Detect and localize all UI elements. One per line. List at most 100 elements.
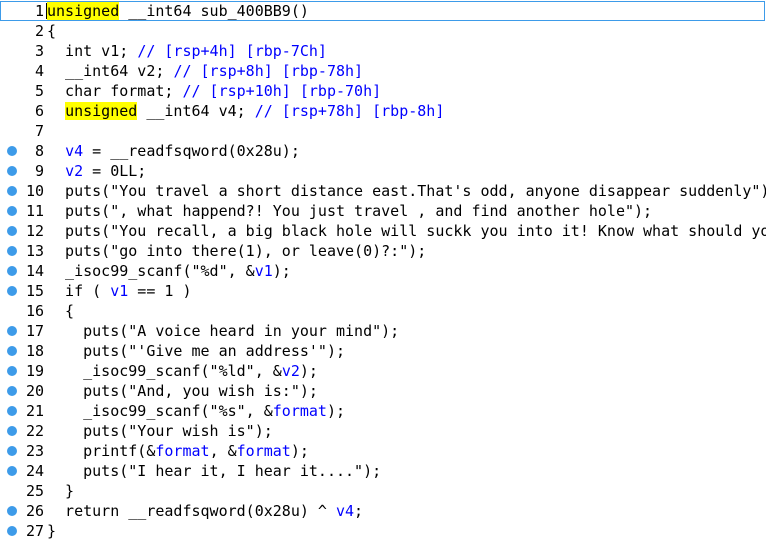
text-cursor xyxy=(46,3,47,19)
code-token: char format; xyxy=(47,82,183,100)
line-number: 19 xyxy=(25,362,44,380)
line-number: 9 xyxy=(34,162,44,180)
code-token: puts("I hear it, I hear it...."); xyxy=(47,462,382,480)
code-token: ); xyxy=(290,442,309,460)
keyword-highlight: unsigned xyxy=(65,102,138,120)
code-token: , & xyxy=(209,442,237,460)
code-text: unsigned __int64 v4; // [rsp+78h] [rbp-8… xyxy=(47,101,444,121)
breakpoint-dot-icon[interactable] xyxy=(7,246,17,256)
breakpoint-dot-icon[interactable] xyxy=(7,406,17,416)
code-text: puts("You travel a short distance east.T… xyxy=(47,181,766,201)
code-token: ); xyxy=(272,262,291,280)
breakpoint-dot-icon[interactable] xyxy=(7,146,17,156)
line-number: 15 xyxy=(25,282,44,300)
line-number: 21 xyxy=(25,402,44,420)
variable-token: v4 xyxy=(335,502,355,520)
code-token: = 0LL; xyxy=(83,162,147,180)
line-number: 14 xyxy=(25,262,44,280)
code-token: == 1 ) xyxy=(128,282,192,300)
breakpoint-dot-icon[interactable] xyxy=(7,426,17,436)
code-text: return __readfsqword(0x28u) ^ v4; xyxy=(47,501,363,521)
code-token: } xyxy=(47,482,75,500)
code-token: __int64 v4; xyxy=(137,102,255,120)
breakpoint-dot-icon[interactable] xyxy=(7,286,17,296)
code-token: _isoc99_scanf("%d", & xyxy=(47,262,255,280)
line-number: 20 xyxy=(25,382,44,400)
line-number: 3 xyxy=(34,42,44,60)
code-text: _isoc99_scanf("%ld", &v2); xyxy=(47,361,318,381)
code-text: { xyxy=(47,301,74,321)
code-token: puts("A voice heard in your mind"); xyxy=(47,322,400,340)
code-text: puts("Your wish is"); xyxy=(47,421,273,441)
pseudocode-viewer[interactable]: 1 unsigned __int64 sub_400BB9() 2{3 int v1… xyxy=(0,0,766,544)
line-number: 2 xyxy=(34,22,44,40)
breakpoint-dot-icon[interactable] xyxy=(7,366,17,376)
code-token: printf(& xyxy=(47,442,156,460)
breakpoint-dot-icon[interactable] xyxy=(7,466,17,476)
code-token: _isoc99_scanf("%ld", & xyxy=(47,362,282,380)
line-number: 4 xyxy=(34,62,44,80)
code-token: __int64 sub_400BB9() xyxy=(119,2,309,20)
code-token: } xyxy=(47,522,57,540)
variable-token: v1 xyxy=(110,282,129,300)
line-number: 17 xyxy=(25,322,44,340)
code-token: puts("go into there(1), or leave(0)?:"); xyxy=(47,242,427,260)
code-text: _isoc99_scanf("%s", &format); xyxy=(47,401,345,421)
code-token: int v1; xyxy=(47,42,138,60)
line-number: 11 xyxy=(25,202,44,220)
breakpoint-dot-icon[interactable] xyxy=(7,226,17,236)
line-number: 7 xyxy=(34,122,44,140)
code-token: puts("You recall, a big black hole will … xyxy=(47,222,766,240)
code-text: unsigned __int64 sub_400BB9() xyxy=(47,1,309,21)
line-number: 13 xyxy=(25,242,44,260)
breakpoint-dot-icon[interactable] xyxy=(7,526,17,536)
code-text: puts("'Give me an address'"); xyxy=(47,341,345,361)
code-token: puts(", what happend?! You just travel ,… xyxy=(47,202,653,220)
code-text: { xyxy=(47,21,56,41)
code-token: { xyxy=(47,302,75,320)
code-token: ); xyxy=(326,402,346,420)
code-token: { xyxy=(47,22,57,40)
code-text: puts(", what happend?! You just travel ,… xyxy=(47,201,652,221)
variable-token: v2 xyxy=(65,162,84,180)
code-text: __int64 v2; // [rsp+8h] [rbp-78h] xyxy=(47,61,363,81)
code-token: _isoc99_scanf("%s", & xyxy=(47,402,273,420)
variable-token: format xyxy=(236,442,291,460)
line-number: 23 xyxy=(25,442,44,460)
code-text: v2 = 0LL; xyxy=(47,161,146,181)
line-number: 16 xyxy=(25,302,44,320)
breakpoint-dot-icon[interactable] xyxy=(7,166,17,176)
code-token: puts("And, you wish is:"); xyxy=(47,382,318,400)
code-token: = __readfsqword(0x28u); xyxy=(83,142,300,160)
code-text: v4 = __readfsqword(0x28u); xyxy=(47,141,300,161)
code-text: } xyxy=(47,481,74,501)
variable-token: v2 xyxy=(281,362,300,380)
breakpoint-dot-icon[interactable] xyxy=(7,446,17,456)
code-token: puts("Your wish is"); xyxy=(47,422,273,440)
code-text: _isoc99_scanf("%d", &v1); xyxy=(47,261,291,281)
line-number: 12 xyxy=(25,222,44,240)
code-text: int v1; // [rsp+4h] [rbp-7Ch] xyxy=(47,41,327,61)
breakpoint-dot-icon[interactable] xyxy=(7,206,17,216)
line-number: 27 xyxy=(25,522,44,540)
code-token: puts("You travel a short distance east.T… xyxy=(47,182,766,200)
line-number: 8 xyxy=(34,142,44,160)
line-number: 5 xyxy=(34,82,44,100)
comment-token: // [rsp+78h] [rbp-8h] xyxy=(254,102,445,120)
code-text: puts("And, you wish is:"); xyxy=(47,381,318,401)
comment-token: // [rsp+4h] [rbp-7Ch] xyxy=(137,42,327,60)
code-text: puts("I hear it, I hear it...."); xyxy=(47,461,381,481)
breakpoint-dot-icon[interactable] xyxy=(7,386,17,396)
line-number: 26 xyxy=(25,502,44,520)
line-number: 1 xyxy=(34,2,44,20)
code-text: puts("You recall, a big black hole will … xyxy=(47,221,766,241)
breakpoint-dot-icon[interactable] xyxy=(7,346,17,356)
breakpoint-dot-icon[interactable] xyxy=(7,266,17,276)
comment-token: // [rsp+8h] [rbp-78h] xyxy=(173,62,364,80)
breakpoint-dot-icon[interactable] xyxy=(7,506,17,516)
breakpoint-dot-icon[interactable] xyxy=(7,326,17,336)
code-text: char format; // [rsp+10h] [rbp-70h] xyxy=(47,81,381,101)
breakpoint-dot-icon[interactable] xyxy=(7,186,17,196)
comment-token: // [rsp+10h] [rbp-70h] xyxy=(182,82,382,100)
